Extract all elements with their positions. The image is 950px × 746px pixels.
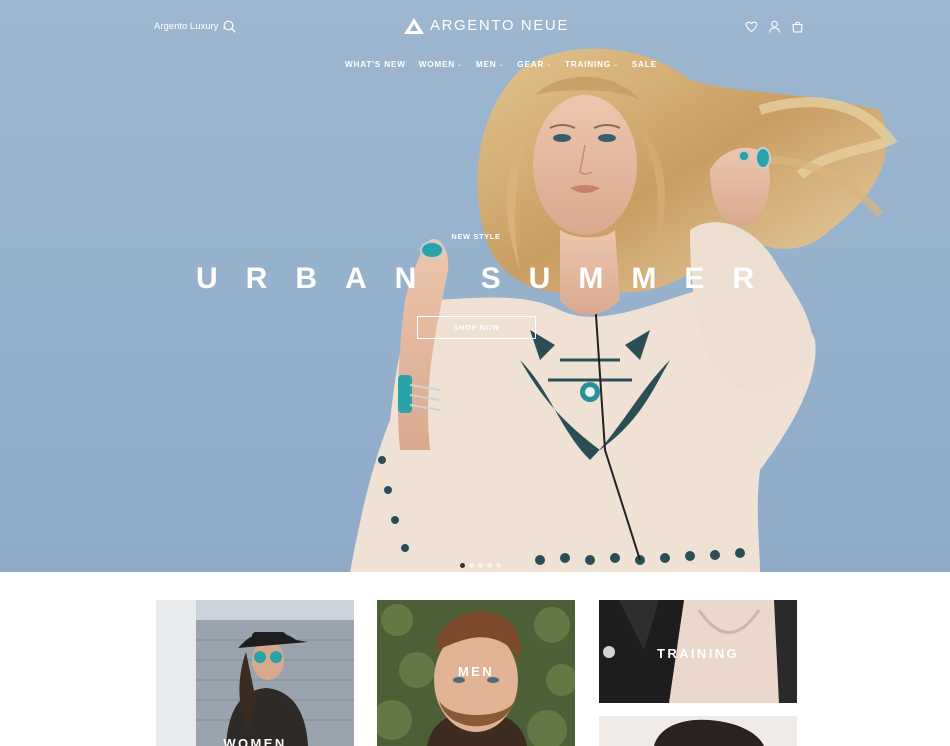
heart-icon[interactable] [745,20,758,33]
slider-dot[interactable] [469,563,474,568]
nav-label: WOMEN [418,60,456,69]
nav-item-sale[interactable]: SALE [632,60,657,69]
main-navigation: WHAT'S NEW WOMEN ⌄ MEN ⌄ GEAR ⌄ TRAINING ⌄ S… [345,60,657,69]
category-tile-more[interactable] [599,716,797,746]
logo-mark-icon [404,17,424,34]
hero-eyebrow: NEW STYLE [451,232,501,241]
bag-icon[interactable] [791,20,804,33]
brand-name: ARGENTO NEUE [430,17,569,34]
store-selector-label: Argento Luxury [154,21,219,32]
chevron-down-icon: ⌄ [546,62,552,68]
utility-icons [745,20,804,33]
site-header: Argento Luxury ⌄ ARGENTO NEUE WHAT'S NEW… [0,0,950,90]
shop-now-button[interactable]: SHOP NOW [417,316,536,339]
nav-item-women[interactable]: WOMEN ⌄ [419,60,463,69]
slider-dot[interactable] [487,563,492,568]
slider-dot[interactable] [496,563,501,568]
women-category-photo [156,600,354,746]
category-photo [599,716,797,746]
hero-headline: URBAN SUMMER [196,262,782,295]
chevron-down-icon: ⌄ [457,62,463,68]
category-tile-training[interactable]: TRAINING [599,600,797,703]
user-icon[interactable] [768,20,781,33]
slider-dot[interactable] [478,563,483,568]
slider-dots [460,563,501,568]
category-tile-men[interactable]: MEN [377,600,575,746]
slider-dot[interactable] [460,563,465,568]
chevron-down-icon: ⌄ [498,62,505,68]
nav-label: TRAINING [564,60,611,69]
nav-item-gear[interactable]: GEAR ⌄ [517,60,552,69]
nav-label: GEAR [517,60,545,69]
nav-label: WHAT'S NEW [345,60,406,69]
category-label-women: WOMEN [223,736,287,746]
category-label-training: TRAINING [656,646,740,661]
store-selector[interactable]: Argento Luxury ⌄ [154,21,227,32]
chevron-down-icon: ⌄ [612,62,619,68]
hero-banner[interactable]: Argento Luxury ⌄ ARGENTO NEUE WHAT'S NEW… [0,0,950,572]
category-label-men: MEN [457,664,495,679]
search-icon[interactable] [223,20,236,33]
nav-label: SALE [631,60,657,69]
nav-label: MEN [475,60,497,69]
category-tile-women[interactable]: WOMEN [156,600,354,746]
nav-item-whats-new[interactable]: WHAT'S NEW [345,60,406,69]
nav-item-training[interactable]: TRAINING ⌄ [565,60,619,69]
nav-item-men[interactable]: MEN ⌄ [476,60,504,69]
brand-logo[interactable]: ARGENTO NEUE [404,17,569,34]
